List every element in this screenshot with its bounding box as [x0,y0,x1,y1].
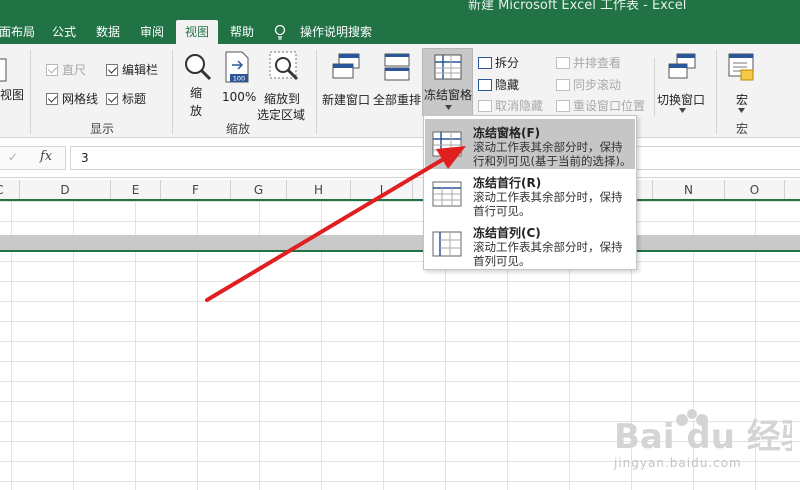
new-window-button[interactable]: 新建窗口 [320,50,372,116]
column-header[interactable]: G [231,180,287,200]
baidu-watermark-logo: Bai du 经验 [614,409,792,457]
zoom-100-button[interactable]: 100 100% [218,50,256,116]
split-icon [478,57,492,69]
watermark-url: jingyan.baidu.com [614,456,742,470]
menu-item-desc: 滚动工作表其余部分时，保持首行可见。 [473,190,623,218]
column-header[interactable]: F [161,180,231,200]
separator [316,50,317,134]
checkbox-checked-icon [46,93,58,105]
column-header[interactable]: D [20,180,111,200]
freeze-panes-icon [432,131,462,157]
separator [716,50,717,134]
tab-page-layout[interactable]: 面布局 [0,20,36,44]
column-header[interactable]: O [725,180,785,200]
chevron-down-icon [738,108,745,113]
checkbox-checked-icon [106,93,118,105]
tell-me-search[interactable]: 操作说明搜索 [296,20,376,44]
menu-item-title: 冻结窗格(F) [473,126,541,140]
freeze-first-column-icon [432,231,462,257]
tab-view[interactable]: 视图 [176,20,218,44]
column-header[interactable]: H [287,180,351,200]
sync-scroll-icon [556,79,570,91]
freeze-top-row-icon [432,181,462,207]
new-window-icon [332,53,360,79]
separator [172,50,173,134]
menu-item-title: 冻结首行(R) [473,176,542,190]
arrange-all-button[interactable]: 全部重排 [372,50,422,116]
zoom-100-icon: 100 [225,51,249,83]
formula-bar: ✓ fx 3 [0,138,800,178]
column-headers: C D E F G H I J K L M N O [0,180,800,201]
ribbon: 视图 直尺 编辑栏 网格线 标题 显示 缩 放 100 100% 缩放到 选定区… [0,44,800,138]
zoom-selection-icon [269,51,299,81]
chevron-down-icon [445,105,452,110]
formula-bar-checkbox[interactable]: 编辑栏 [106,61,158,78]
show-group-label: 显示 [89,122,114,136]
macro-group-label: 宏 [735,122,748,136]
sync-scroll-button[interactable]: 同步滚动 [556,76,621,93]
macros-button[interactable]: 宏 [722,50,762,116]
tab-data[interactable]: 数据 [90,20,126,44]
page-view-icon [0,58,7,82]
tab-formulas[interactable]: 公式 [46,20,82,44]
tab-review[interactable]: 审阅 [134,20,170,44]
reset-window-position-button[interactable]: 重设窗口位置 [556,97,645,114]
page-view-label[interactable]: 视图 [0,86,24,103]
freeze-panes-menu: 冻结窗格(F) 滚动工作表其余部分时，保持行和列可见(基于当前的选择)。 冻结首… [423,115,637,270]
menu-item-desc: 滚动工作表其余部分时，保持首列可见。 [473,240,623,268]
menu-item-title: 冻结首列(C) [473,226,541,240]
split-button[interactable]: 拆分 [478,54,519,71]
side-by-side-icon [556,57,570,69]
unhide-icon [478,100,492,112]
checkbox-checked-icon [106,64,118,76]
view-side-by-side-button[interactable]: 并排查看 [556,54,621,71]
unhide-button[interactable]: 取消隐藏 [478,97,543,114]
menu-item-desc: 滚动工作表其余部分时，保持行和列可见(基于当前的选择)。 [473,140,632,168]
menu-bar: 新建 Microsoft Excel 工作表 - Excel 面布局 公式 数据… [0,0,800,44]
hide-button[interactable]: 隐藏 [478,76,519,93]
freeze-panes-option[interactable]: 冻结窗格(F) 滚动工作表其余部分时，保持行和列可见(基于当前的选择)。 [425,119,635,169]
column-header[interactable]: C [0,180,20,200]
column-header[interactable]: E [111,180,161,200]
magnifier-icon [185,54,212,81]
separator [654,58,655,116]
arrange-all-icon [384,53,410,81]
switch-windows-icon [668,53,696,79]
formula-buttons: ✓ fx [0,146,66,170]
macro-icon [728,53,754,81]
zoom-to-selection-button[interactable]: 缩放到 选定区域 [256,50,312,122]
zoom-group-label: 缩放 [225,122,250,136]
freeze-line [0,199,800,201]
enter-icon[interactable]: ✓ [8,150,18,164]
chevron-down-icon [679,108,686,113]
column-header[interactable]: N [653,180,725,200]
zoom-100-badge: 100 [233,75,245,83]
tab-help[interactable]: 帮助 [224,20,260,44]
hide-icon [478,79,492,91]
lightbulb-icon [274,24,286,40]
window-title: 新建 Microsoft Excel 工作表 - Excel [468,0,687,13]
gridlines-checkbox[interactable]: 网格线 [46,90,98,107]
freeze-first-column-option[interactable]: 冻结首列(C) 滚动工作表其余部分时，保持首列可见。 [425,219,635,269]
headings-checkbox[interactable]: 标题 [106,90,146,107]
reset-position-icon [556,100,570,112]
switch-windows-button[interactable]: 切换窗口 [656,50,708,116]
selected-row-band[interactable] [0,235,800,250]
freeze-panes-icon [434,54,462,80]
ruler-checkbox[interactable]: 直尺 [46,61,86,78]
freeze-panes-button[interactable]: 冻结窗格 [422,48,473,116]
column-header[interactable]: I [351,180,413,200]
checkbox-checked-icon [46,64,58,76]
freeze-line [0,250,800,252]
freeze-top-row-option[interactable]: 冻结首行(R) 滚动工作表其余部分时，保持首行可见。 [425,169,635,219]
zoom-button[interactable]: 缩 放 [180,50,216,118]
separator [30,50,31,134]
insert-function-icon[interactable]: fx [40,149,52,164]
